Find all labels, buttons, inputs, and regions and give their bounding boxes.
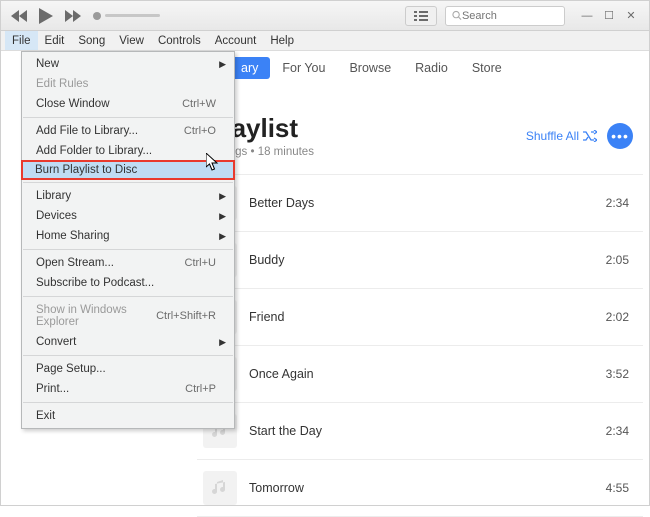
volume-control[interactable] — [93, 12, 160, 20]
song-name: Once Again — [249, 367, 606, 381]
song-name: Buddy — [249, 253, 606, 267]
next-button[interactable] — [63, 6, 83, 26]
menu-separator — [23, 117, 233, 118]
playlist-header: Playlist 6 songs • 18 minutes Shuffle Al… — [197, 91, 643, 174]
menu-item-print[interactable]: Print...Ctrl+P — [22, 379, 234, 399]
song-row[interactable]: Buddy2:05 — [197, 232, 643, 289]
previous-button[interactable] — [9, 6, 29, 26]
song-name: Tomorrow — [249, 481, 606, 495]
submenu-arrow-icon: ▶ — [219, 191, 226, 202]
title-bar: — ☐ ✕ — [1, 1, 649, 31]
menu-separator — [23, 296, 233, 297]
song-row[interactable]: Start the Day2:34 — [197, 403, 643, 460]
menu-item-show-in-windows-explorer: Show in Windows ExplorerCtrl+Shift+R — [22, 300, 234, 332]
song-duration: 4:55 — [606, 481, 629, 495]
song-row[interactable]: Tomorrow4:55 — [197, 460, 643, 517]
submenu-arrow-icon: ▶ — [219, 337, 226, 348]
menu-item-add-file-to-library[interactable]: Add File to Library...Ctrl+O — [22, 121, 234, 141]
menu-bar: FileEditSongViewControlsAccountHelp — [1, 31, 649, 51]
song-duration: 3:52 — [606, 367, 629, 381]
menu-separator — [23, 182, 233, 183]
song-name: Friend — [249, 310, 606, 324]
song-row[interactable]: Friend2:02 — [197, 289, 643, 346]
submenu-arrow-icon: ▶ — [219, 211, 226, 222]
submenu-arrow-icon: ▶ — [219, 59, 226, 70]
file-menu-dropdown: New▶Edit RulesClose WindowCtrl+W Add File… — [21, 51, 235, 429]
song-row[interactable]: Better Days2:34 — [197, 175, 643, 232]
menu-item-new[interactable]: New▶ — [22, 54, 234, 74]
tab-ary[interactable]: ary — [229, 57, 270, 79]
shortcut-label: Ctrl+P — [185, 383, 216, 395]
tab-browse[interactable]: Browse — [337, 57, 403, 79]
menu-item-home-sharing[interactable]: Home Sharing▶ — [22, 226, 234, 246]
search-box[interactable] — [445, 6, 565, 26]
song-name: Better Days — [249, 196, 606, 210]
menu-item-edit-rules: Edit Rules — [22, 74, 234, 94]
menu-account[interactable]: Account — [208, 31, 264, 50]
nav-tabs: aryFor YouBrowseRadioStore — [229, 57, 514, 79]
song-name: Start the Day — [249, 424, 606, 438]
right-controls: — ☐ ✕ — [405, 6, 641, 26]
menu-help[interactable]: Help — [263, 31, 301, 50]
list-view-button[interactable] — [405, 6, 437, 26]
album-art-placeholder — [203, 471, 237, 505]
song-duration: 2:34 — [606, 196, 629, 210]
menu-item-exit[interactable]: Exit — [22, 406, 234, 426]
more-options-button[interactable]: ••• — [607, 123, 633, 149]
song-duration: 2:02 — [606, 310, 629, 324]
main-content: Playlist 6 songs • 18 minutes Shuffle Al… — [197, 91, 643, 499]
menu-item-convert[interactable]: Convert▶ — [22, 332, 234, 352]
menu-item-subscribe-to-podcast[interactable]: Subscribe to Podcast... — [22, 273, 234, 293]
shuffle-all-button[interactable]: Shuffle All — [526, 129, 597, 143]
menu-item-devices[interactable]: Devices▶ — [22, 206, 234, 226]
song-list: Better Days2:34Buddy2:05Friend2:02Once A… — [197, 174, 643, 517]
menu-separator — [23, 402, 233, 403]
shortcut-label: Ctrl+U — [185, 257, 216, 269]
menu-file[interactable]: File — [5, 31, 38, 50]
tab-for-you[interactable]: For You — [270, 57, 337, 79]
song-duration: 2:05 — [606, 253, 629, 267]
menu-item-add-folder-to-library[interactable]: Add Folder to Library... — [22, 141, 234, 161]
menu-item-burn-playlist-to-disc[interactable]: Burn Playlist to Disc — [21, 160, 235, 180]
menu-item-page-setup[interactable]: Page Setup... — [22, 359, 234, 379]
menu-view[interactable]: View — [112, 31, 151, 50]
tab-radio[interactable]: Radio — [403, 57, 460, 79]
menu-separator — [23, 355, 233, 356]
menu-edit[interactable]: Edit — [38, 31, 72, 50]
song-row[interactable]: Once Again3:52 — [197, 346, 643, 403]
search-icon — [452, 10, 462, 21]
shortcut-label: Ctrl+O — [184, 125, 216, 137]
tab-store[interactable]: Store — [460, 57, 514, 79]
close-button[interactable]: ✕ — [621, 6, 641, 26]
shortcut-label: Ctrl+Shift+R — [156, 310, 216, 322]
menu-separator — [23, 249, 233, 250]
maximize-button[interactable]: ☐ — [599, 6, 619, 26]
playback-controls — [9, 6, 83, 26]
minimize-button[interactable]: — — [577, 6, 597, 26]
menu-item-library[interactable]: Library▶ — [22, 186, 234, 206]
menu-song[interactable]: Song — [71, 31, 112, 50]
submenu-arrow-icon: ▶ — [219, 231, 226, 242]
play-button[interactable] — [35, 6, 57, 26]
menu-item-open-stream[interactable]: Open Stream...Ctrl+U — [22, 253, 234, 273]
menu-item-close-window[interactable]: Close WindowCtrl+W — [22, 94, 234, 114]
song-duration: 2:34 — [606, 424, 629, 438]
search-input[interactable] — [462, 10, 558, 22]
shuffle-icon — [583, 130, 597, 142]
shortcut-label: Ctrl+W — [182, 98, 216, 110]
menu-controls[interactable]: Controls — [151, 31, 208, 50]
